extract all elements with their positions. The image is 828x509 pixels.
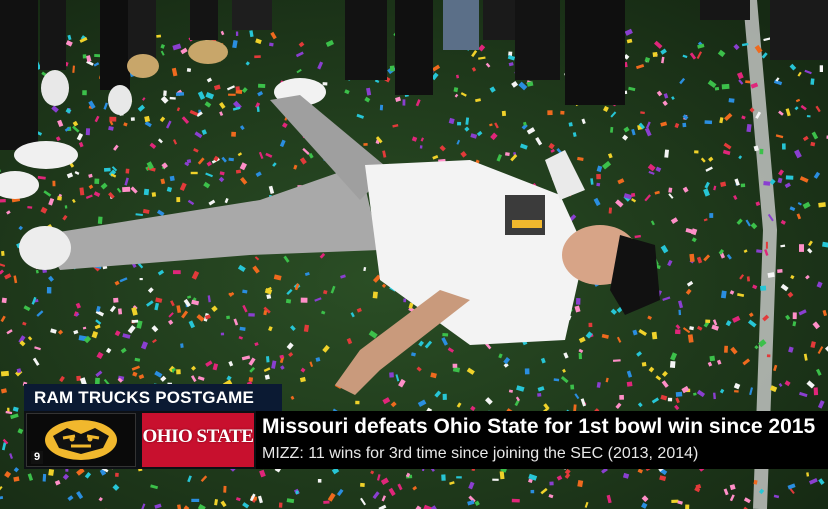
broadcast-lower-third: RAM TRUCKS POSTGAME 9 OHIO STATE 7 Misso… [24,384,828,472]
mizzou-tiger-logo: 9 [26,413,136,467]
headline: Missouri defeats Ohio State for 1st bowl… [262,415,816,438]
tiger-icon [45,420,117,460]
subline: MIZZ: 11 wins for 3rd time since joining… [262,445,699,462]
ohio-state-logo-text: OHIO STATE [142,426,254,447]
ohio-state-logo: OHIO STATE 7 [142,413,275,467]
mizzou-seed: 9 [31,451,44,464]
sponsor-bar: RAM TRUCKS POSTGAME [24,384,282,411]
headline-box: Missouri defeats Ohio State for 1st bowl… [256,411,828,469]
team-logos: 9 OHIO STATE 7 [24,411,275,469]
